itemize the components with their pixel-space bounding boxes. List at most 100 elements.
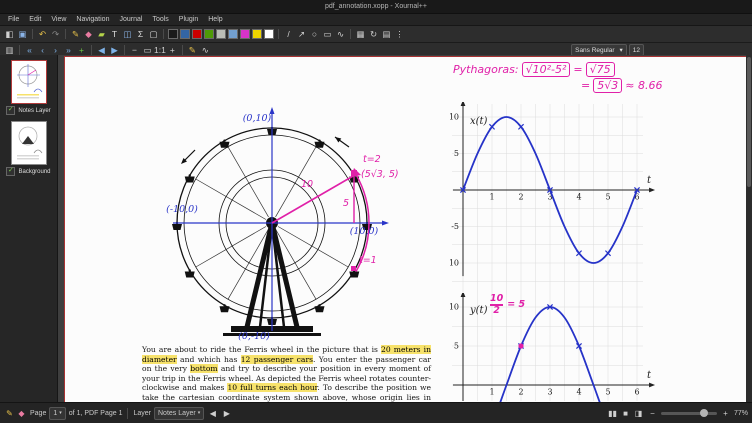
color-blue-swatch[interactable] [180, 29, 190, 39]
x-tick-label: 3 [547, 388, 552, 397]
shape-spline-icon[interactable]: ∿ [334, 28, 347, 40]
zoom-in-icon[interactable]: + [720, 408, 731, 419]
document-canvas[interactable]: Pythagoras: √10²-5² = √75 = 5√3 ≈ 8.66 [58, 55, 752, 403]
menu-item-tools[interactable]: Tools [147, 16, 173, 23]
pythagoras-label: Pythagoras: [453, 63, 519, 76]
snap-rotation-icon[interactable]: ↻ [367, 28, 380, 40]
pdf-page[interactable]: Pythagoras: √10²-5² = √75 = 5√3 ≈ 8.66 [64, 56, 748, 403]
color-green-swatch[interactable] [204, 29, 214, 39]
layer-dropdown[interactable]: Notes Layer ▾ [154, 407, 204, 420]
x-tick-label: 2 [518, 388, 523, 397]
label-t1: t=1 [359, 255, 377, 266]
menu-item-journal[interactable]: Journal [114, 16, 147, 23]
snap-grid-icon[interactable]: ▦ [354, 28, 367, 40]
notes-layer-checkbox[interactable]: ✓ [6, 106, 15, 115]
x-tick-label: 5 [605, 193, 610, 202]
shape-rectangle-icon[interactable]: ▭ [321, 28, 334, 40]
menu-item-edit[interactable]: Edit [24, 16, 46, 23]
pythagoras-expr2: √75 [586, 62, 615, 77]
chevron-down-icon: ▾ [620, 46, 623, 54]
toolbar-separator [19, 45, 20, 55]
t-axis-label: t [647, 175, 652, 186]
audio-stop-icon[interactable]: ■ [620, 408, 631, 419]
fraction-annotation: 10 2 = 5 [490, 294, 525, 316]
y-tick-label: 5 [454, 342, 459, 351]
color-lightblue-swatch[interactable] [228, 29, 238, 39]
overflow-menu-icon[interactable]: ⋮ [393, 28, 406, 40]
label-10-0: (10,0) [350, 226, 379, 237]
undo-icon[interactable]: ↶ [36, 28, 49, 40]
menu-item-file[interactable]: File [3, 16, 24, 23]
highlighter-icon[interactable]: ▰ [95, 28, 108, 40]
color-yellow-swatch[interactable] [252, 29, 262, 39]
prev-layer-icon[interactable]: ◀ [207, 408, 218, 419]
shape-ellipse-icon[interactable]: ○ [308, 28, 321, 40]
select-tool-icon[interactable]: ▢ [147, 28, 160, 40]
menu-item-view[interactable]: View [46, 16, 71, 23]
function-label: x(t) [470, 116, 488, 127]
next-layer-icon[interactable]: ▶ [221, 408, 232, 419]
pen-icon[interactable]: ✎ [69, 28, 82, 40]
color-red-swatch[interactable] [192, 29, 202, 39]
layer-thumbnail-notes[interactable] [12, 61, 46, 103]
color-magenta-swatch[interactable] [240, 29, 250, 39]
x-tick-label: 4 [576, 193, 581, 202]
graph-y-of-t: 123456105y(t)t [450, 293, 665, 403]
layer-preview-sidebar: ✓ Notes Layer ✓ Background [0, 55, 58, 403]
label-0-neg10: (0,-10) [238, 331, 270, 342]
shape-arrow-icon[interactable]: ↗ [295, 28, 308, 40]
menu-item-help[interactable]: Help [203, 16, 227, 23]
toolbar-separator [350, 29, 351, 39]
toolbar-main: ◧▣ ↶↷ ✎◆▰T◫Σ▢ /↗○▭∿ ▦↻▤⋮ [0, 26, 752, 43]
layer-thumbnail-background[interactable] [12, 122, 46, 164]
y-tick-label: 5 [454, 149, 459, 158]
window-titlebar[interactable]: pdf_annotation.xopp - Xournal++ [0, 0, 752, 14]
highlighted-text: 12 passenger cars [241, 355, 313, 364]
zoom-slider-thumb[interactable] [700, 409, 708, 417]
y-tick-label: -5 [451, 222, 459, 231]
zoom-slider[interactable] [661, 412, 717, 415]
page-layout-icon[interactable]: ◨ [633, 408, 644, 419]
layers-icon[interactable]: ▤ [380, 28, 393, 40]
notes-layer-preview [12, 61, 46, 103]
text-tool-icon[interactable]: T [108, 28, 121, 40]
eraser-mini-icon[interactable]: ◆ [16, 408, 27, 419]
highlighted-text: 10 full turns each hour [227, 383, 317, 392]
math-tex-icon[interactable]: Σ [134, 28, 147, 40]
menu-item-navigation[interactable]: Navigation [71, 16, 114, 23]
label-point: (5√3, 5) [361, 169, 399, 180]
chevron-down-icon: ▾ [198, 410, 201, 416]
pen-mini-icon[interactable]: ✎ [4, 408, 15, 419]
menu-item-plugin[interactable]: Plugin [174, 16, 203, 23]
y-tick-label: 10 [450, 113, 459, 122]
background-layer-checkbox[interactable]: ✓ [6, 167, 15, 176]
problem-paragraph: You are about to ride the Ferris wheel i… [142, 345, 431, 403]
body-text: and which has [177, 355, 241, 364]
vertical-scrollbar[interactable] [746, 55, 752, 403]
toolbar-separator [163, 29, 164, 39]
image-tool-icon[interactable]: ◫ [121, 28, 134, 40]
background-layer-preview [12, 122, 46, 164]
shape-line-icon[interactable]: / [282, 28, 295, 40]
notes-layer-row[interactable]: ✓ Notes Layer [6, 106, 50, 115]
page-number-spinner[interactable]: 1 ▾ [49, 407, 65, 420]
redo-icon[interactable]: ↷ [49, 28, 62, 40]
eraser-icon[interactable]: ◆ [82, 28, 95, 40]
body-text: You are about to ride the Ferris wheel i… [142, 345, 381, 354]
scrollbar-thumb[interactable] [747, 57, 751, 187]
zoom-out-icon[interactable]: − [647, 408, 658, 419]
toolbar-separator [65, 29, 66, 39]
label-0-10: (0,10) [243, 113, 272, 124]
y-tick-label: 10 [450, 303, 459, 312]
x-tick-label: 6 [634, 388, 639, 397]
color-gray-swatch[interactable] [216, 29, 226, 39]
status-bar: ✎◆ Page 1 ▾ of 1, PDF Page 1 Layer Notes… [0, 402, 752, 423]
zoom-percent: 77% [734, 410, 748, 417]
audio-pause-icon[interactable]: ▮▮ [607, 408, 618, 419]
color-white-swatch[interactable] [264, 29, 274, 39]
toggle-sidebar-icon[interactable]: ◧ [3, 28, 16, 40]
background-layer-row[interactable]: ✓ Background [6, 167, 50, 176]
color-black-swatch[interactable] [168, 29, 178, 39]
save-icon[interactable]: ▣ [16, 28, 29, 40]
point-t1-marker [351, 266, 356, 271]
